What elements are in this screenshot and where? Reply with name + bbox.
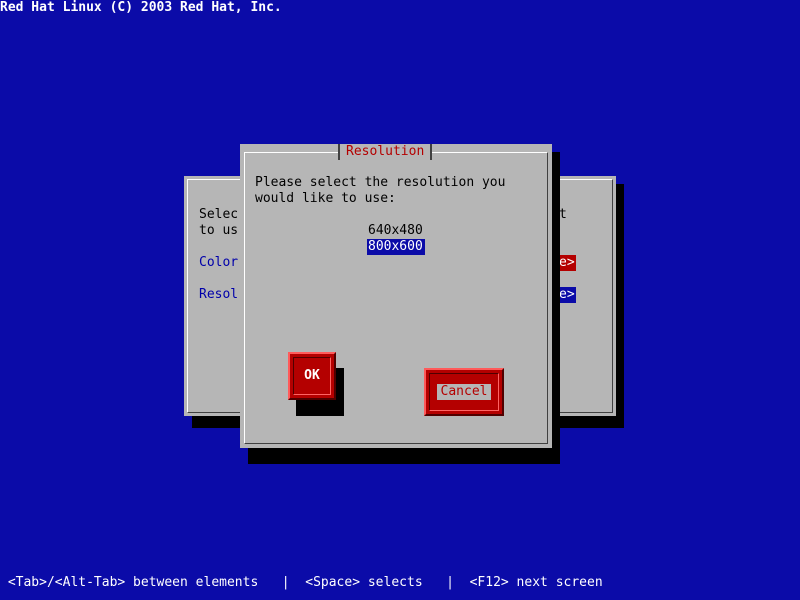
resolution-option[interactable]: 800x600 (367, 239, 425, 255)
installer-header: Red Hat Linux (C) 2003 Red Hat, Inc. (0, 0, 282, 15)
keyboard-help-bar: <Tab>/<Alt-Tab> between elements | <Spac… (0, 575, 603, 590)
resolution-list[interactable]: 640x480 800x600 (367, 223, 425, 255)
color-depth-button[interactable]: e> (558, 255, 576, 271)
dialog-prompt-line1: Please select the resolution you (255, 175, 506, 190)
ok-button-face: OK (293, 357, 331, 395)
dialog-title: Resolution (338, 144, 433, 160)
background-text-line1-right: t (559, 207, 567, 222)
resolution-button[interactable]: e> (558, 287, 576, 303)
background-text-line2: to us (199, 223, 239, 238)
resolution-label: Resol (199, 287, 239, 302)
color-depth-label: Color (199, 255, 239, 270)
cancel-button-label: Cancel (436, 384, 492, 400)
dialog-prompt-line2: would like to use: (255, 191, 396, 206)
background-text-line1: Selec (199, 207, 239, 222)
ok-button-label: OK (304, 368, 320, 383)
ok-button[interactable]: OK (288, 352, 336, 400)
resolution-option[interactable]: 640x480 (367, 223, 425, 239)
cancel-button-face: Cancel (429, 373, 499, 411)
cancel-button[interactable]: Cancel (424, 368, 504, 416)
